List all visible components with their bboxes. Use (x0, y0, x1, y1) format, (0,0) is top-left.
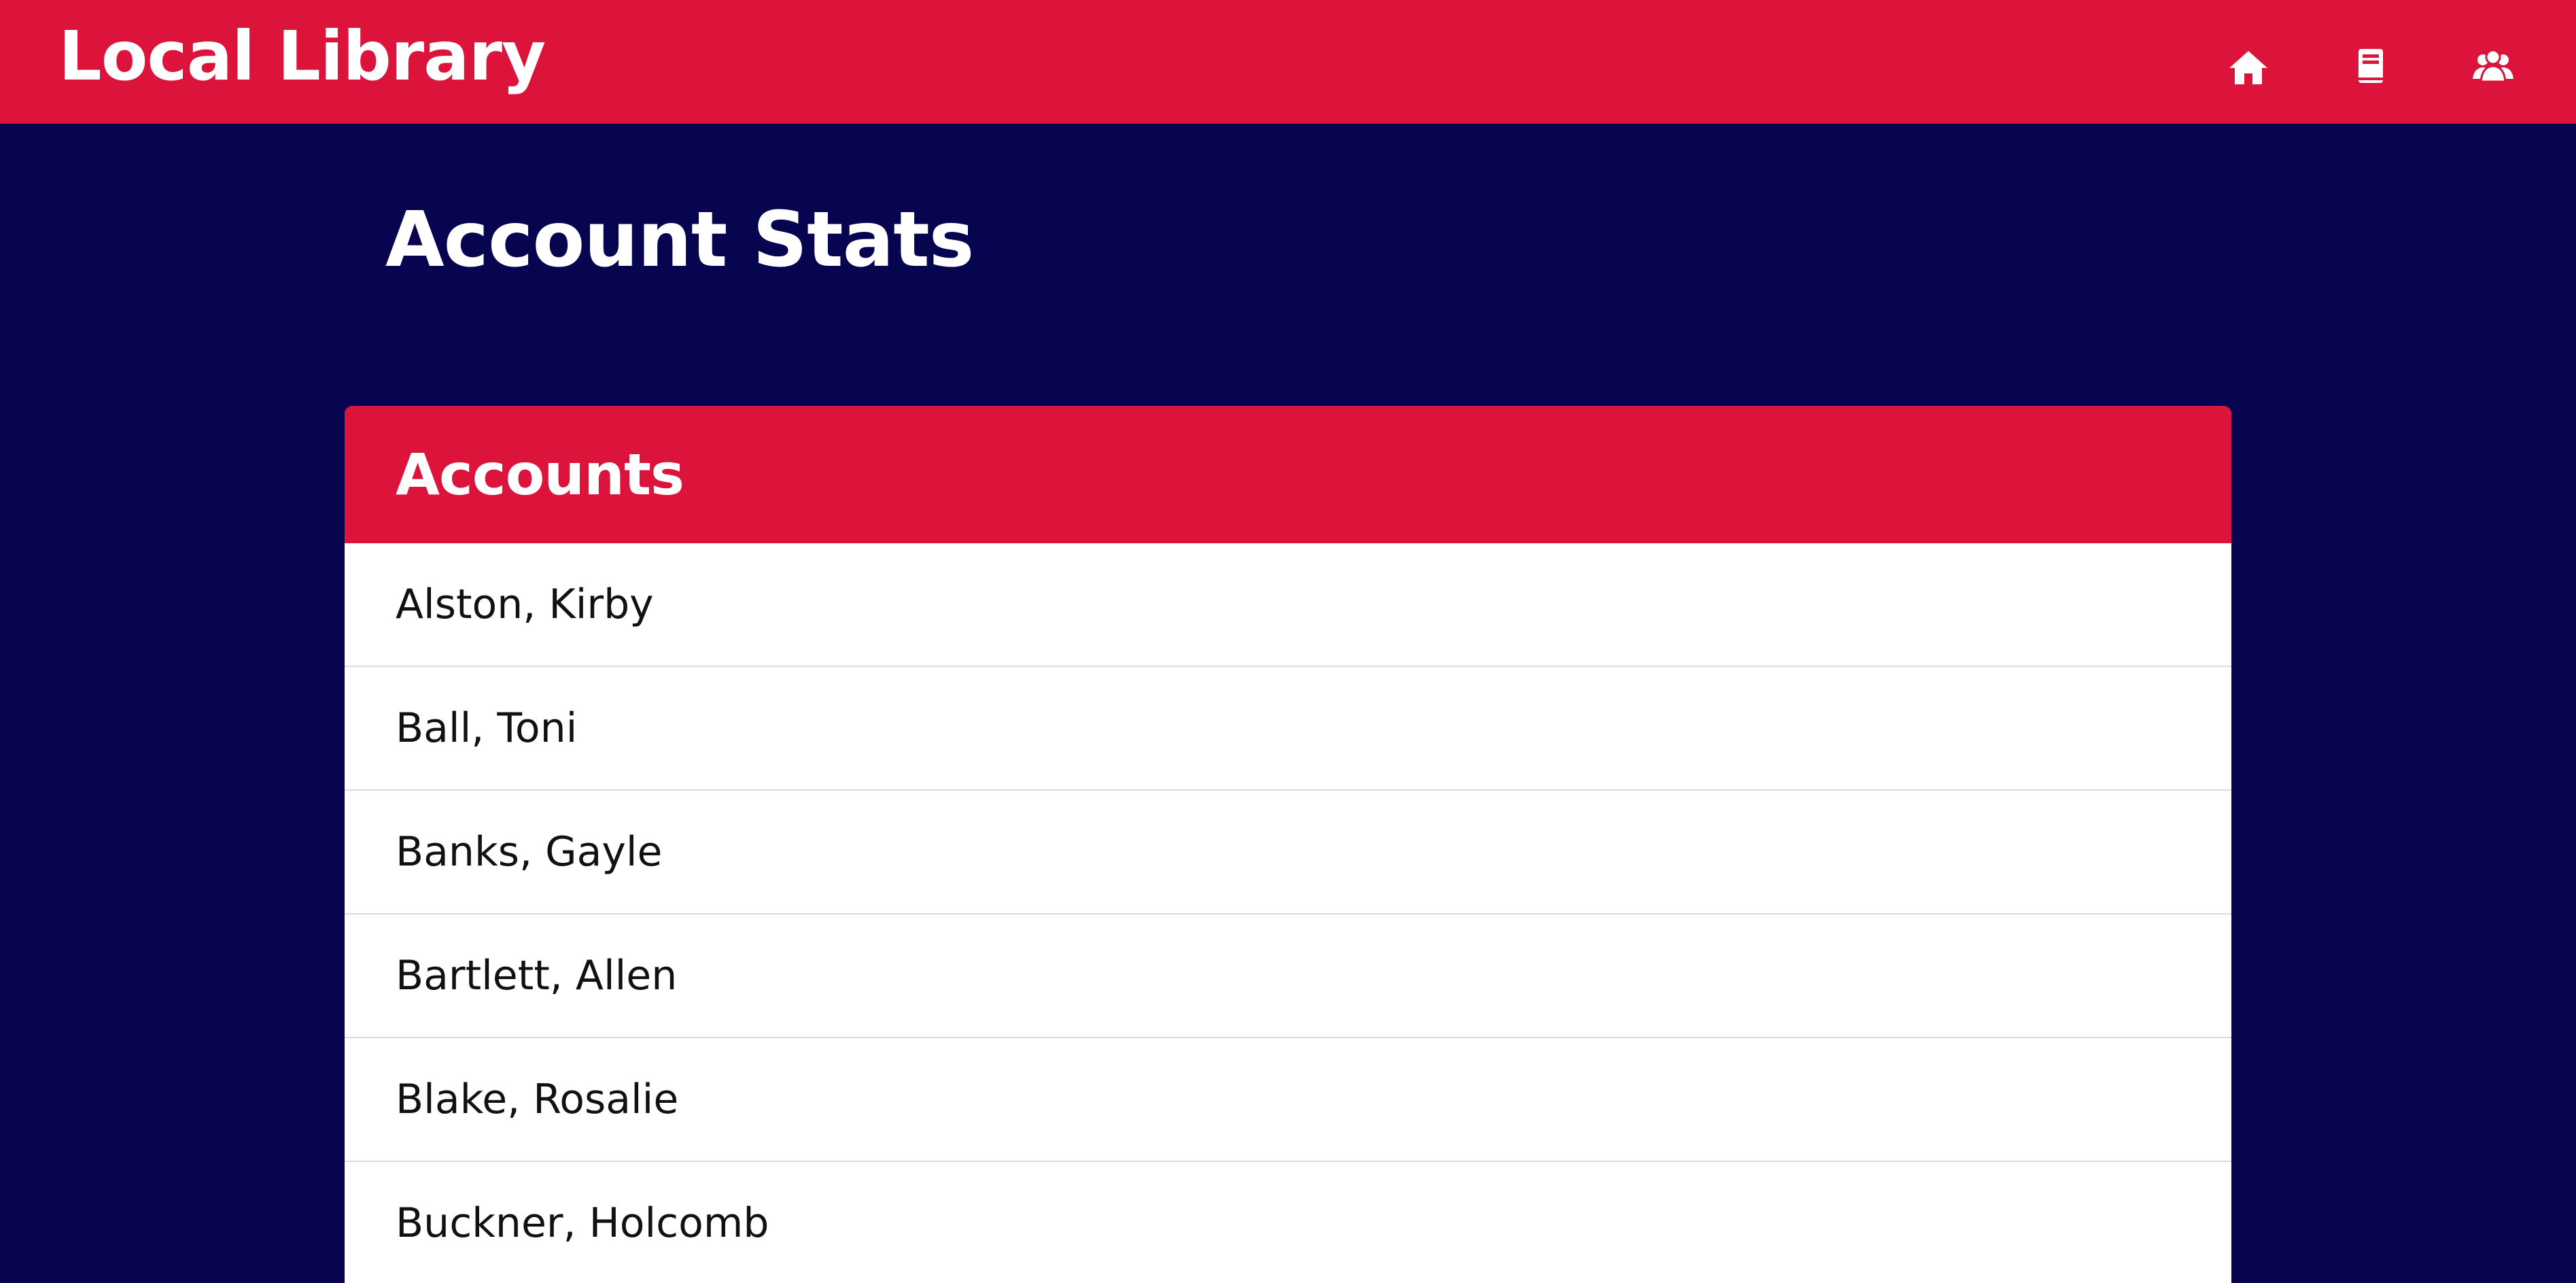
account-list-item[interactable]: Banks, Gayle (345, 791, 2231, 914)
accounts-card-title: Accounts (396, 441, 684, 508)
accounts-list: Alston, Kirby Ball, Toni Banks, Gayle Ba… (345, 543, 2231, 1283)
home-icon (2227, 45, 2270, 88)
account-name: Alston, Kirby (396, 581, 654, 628)
account-list-item[interactable]: Bartlett, Allen (345, 914, 2231, 1038)
nav-accounts-link[interactable] (2471, 45, 2515, 88)
app-brand-title[interactable]: Local Library (58, 12, 546, 101)
account-name: Ball, Toni (396, 704, 578, 752)
page-title: Account Stats (385, 196, 974, 284)
users-icon (2471, 45, 2515, 88)
account-name: Blake, Rosalie (396, 1076, 679, 1123)
top-navbar: Local Library (0, 0, 2576, 124)
account-list-item[interactable]: Alston, Kirby (345, 543, 2231, 667)
accounts-card-header: Accounts (345, 406, 2231, 543)
nav-books-link[interactable] (2349, 45, 2392, 88)
nav-home-link[interactable] (2227, 45, 2270, 88)
account-name: Banks, Gayle (396, 828, 663, 876)
account-name: Bartlett, Allen (396, 952, 678, 999)
account-list-item[interactable]: Buckner, Holcomb (345, 1162, 2231, 1283)
account-name: Buckner, Holcomb (396, 1199, 769, 1247)
account-list-item[interactable]: Ball, Toni (345, 667, 2231, 791)
account-list-item[interactable]: Blake, Rosalie (345, 1038, 2231, 1162)
book-icon (2349, 45, 2392, 88)
accounts-card: Accounts Alston, Kirby Ball, Toni Banks,… (345, 406, 2231, 1283)
